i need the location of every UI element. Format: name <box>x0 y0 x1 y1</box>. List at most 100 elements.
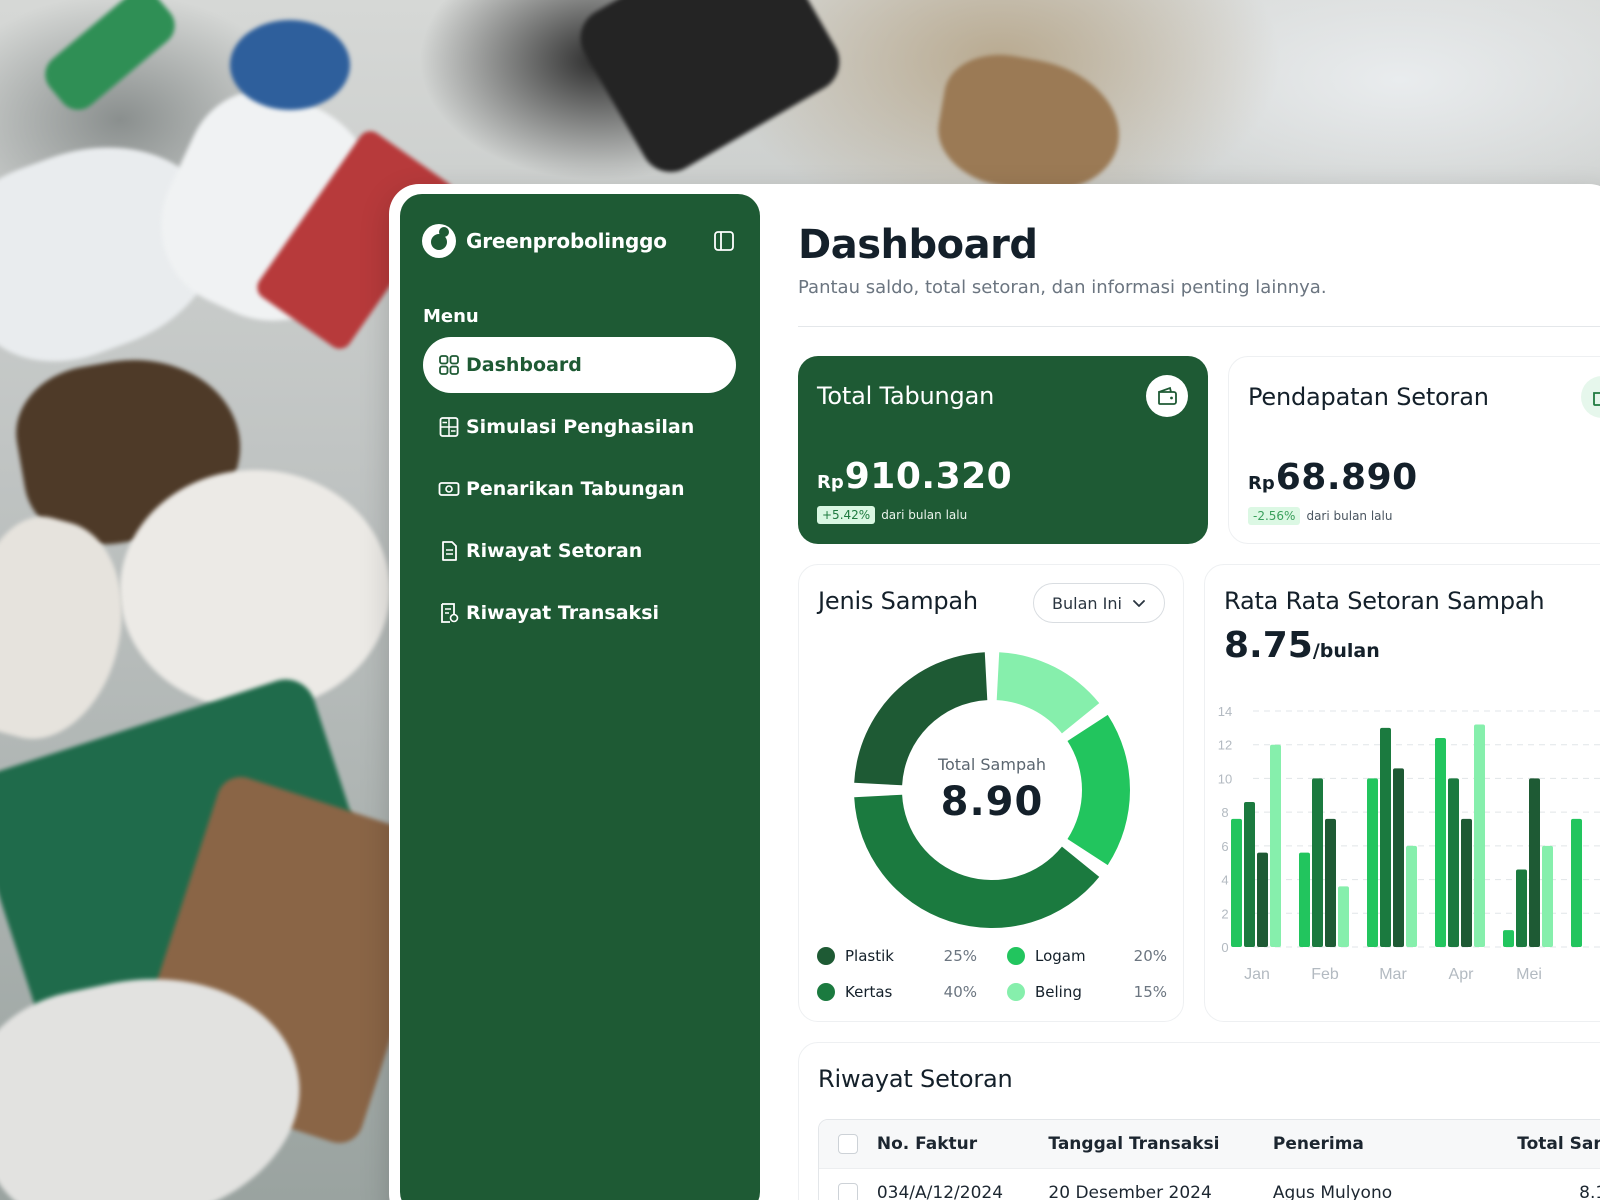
wallet-icon <box>1146 375 1188 417</box>
change-info: +5.42% dari bulan lalu <box>817 506 967 524</box>
average-number: 8.75 <box>1224 625 1313 666</box>
legend-dot <box>817 983 835 1001</box>
donut-center-label: Total Sampah <box>937 755 1047 774</box>
pendapatan-setoran-card: Pendapatan Setoran Rp 68.890 -2.56% dari… <box>1228 356 1600 544</box>
total-tabungan-card: Total Tabungan Rp 910.320 +5.42% dari bu… <box>798 356 1208 544</box>
average-unit: /bulan <box>1312 640 1380 662</box>
receipt-icon <box>441 603 459 623</box>
balance-amount: Rp 910.320 <box>817 456 1012 497</box>
change-badge: +5.42% <box>817 506 876 524</box>
table-cell: 034/A/12/2024 <box>876 1182 1004 1200</box>
bar <box>1257 852 1268 947</box>
sidebar-item-label: Dashboard <box>466 354 582 376</box>
sidebar-item-dashboard[interactable]: Dashboard <box>423 337 736 393</box>
legend-item-beling: Beling 15% <box>1007 983 1167 1001</box>
bar <box>1516 869 1527 947</box>
sidebar-item-riwayat-setoran[interactable]: Riwayat Setoran <box>423 523 736 579</box>
page-subtitle: Pantau saldo, total setoran, dan informa… <box>798 277 1327 298</box>
y-tick-label: 14 <box>1218 704 1232 719</box>
bar <box>1529 778 1540 947</box>
column-header[interactable]: Total Samp <box>1517 1134 1600 1154</box>
bar <box>1299 852 1310 947</box>
bar <box>1231 818 1242 947</box>
bar <box>1338 886 1349 947</box>
x-tick-label: Apr <box>1449 966 1475 983</box>
row-checkbox[interactable] <box>837 1182 858 1200</box>
sidebar-item-simulasi[interactable]: Simulasi Penghasilan <box>423 399 736 455</box>
table-row[interactable]: 034/A/12/2024 20 Desember 2024 Agus Muly… <box>819 1168 1600 1200</box>
page-title: Dashboard <box>798 222 1038 268</box>
card-title: Total Tabungan <box>817 382 995 410</box>
change-text: dari bulan lalu <box>881 508 968 522</box>
sidebar: Greenprobolinggo Menu Dashboard Simulasi <box>400 194 760 1200</box>
bar <box>1503 930 1514 947</box>
bar <box>1435 737 1446 947</box>
document-icon <box>442 541 457 561</box>
change-badge: -2.56% <box>1248 507 1301 525</box>
section-title: Jenis Sampah <box>818 587 978 615</box>
cash-icon <box>438 482 460 496</box>
column-header[interactable]: No. Faktur <box>877 1134 1049 1154</box>
legend-pct: 15% <box>1133 983 1167 1001</box>
brand[interactable]: Greenprobolinggo <box>422 224 667 258</box>
chart-legend: Plastik 25% Logam 20% Kertas 40% Beling … <box>817 947 1167 1019</box>
sidebar-item-label: Riwayat Transaksi <box>466 602 660 624</box>
bar <box>1270 744 1281 947</box>
bar <box>1448 778 1459 947</box>
bar <box>1380 727 1391 947</box>
sidebar-item-penarikan[interactable]: Penarikan Tabungan <box>423 461 736 517</box>
bar <box>1367 778 1378 947</box>
sidebar-toggle-icon[interactable] <box>713 230 735 252</box>
column-header[interactable]: Tanggal Transaksi <box>1048 1134 1272 1154</box>
logo-icon <box>422 224 456 258</box>
x-tick-label: Feb <box>1311 966 1339 983</box>
y-tick-label: 2 <box>1221 906 1228 921</box>
table-cell: 8.12 <box>1579 1182 1600 1200</box>
income-amount: Rp 68.890 <box>1248 457 1418 498</box>
currency-label: Rp <box>1248 473 1275 494</box>
sidebar-nav: Dashboard Simulasi Penghasilan Penarikan… <box>423 337 736 647</box>
change-info: -2.56% dari bulan lalu <box>1248 507 1392 525</box>
legend-name: Logam <box>1035 947 1086 965</box>
grid-icon <box>439 355 459 375</box>
sidebar-item-label: Penarikan Tabungan <box>466 478 685 500</box>
legend-dot <box>817 947 835 965</box>
legend-item-plastik: Plastik 25% <box>817 947 977 965</box>
donut-chart: Total Sampah 8.90 <box>847 645 1137 935</box>
legend-pct: 40% <box>943 983 977 1001</box>
chevron-down-icon <box>1133 600 1145 607</box>
amount-value: 68.890 <box>1275 457 1418 498</box>
y-tick-label: 6 <box>1221 839 1228 854</box>
table-header: No. Faktur Tanggal Transaksi Penerima To… <box>819 1120 1600 1168</box>
legend-dot <box>1007 947 1025 965</box>
y-tick-label: 4 <box>1221 873 1228 888</box>
legend-pct: 20% <box>1133 947 1167 965</box>
legend-item-kertas: Kertas 40% <box>817 983 977 1001</box>
x-tick-label: Jan <box>1244 966 1270 983</box>
rata-rata-card: Rata Rata Setoran Sampah 8.75 /bulan 0 2 4… <box>1204 564 1600 1022</box>
donut-slice-beling <box>996 652 1100 734</box>
bar-chart: 0 2 4 6 8 10 12 14 Jan Feb Mar Apr Mei <box>1218 704 1600 983</box>
sidebar-item-riwayat-transaksi[interactable]: Riwayat Transaksi <box>423 585 736 641</box>
bar <box>1474 724 1485 947</box>
select-all-checkbox[interactable] <box>837 1134 858 1154</box>
calculator-icon <box>439 417 459 437</box>
legend-pct: 25% <box>943 947 977 965</box>
change-text: dari bulan lalu <box>1306 509 1393 523</box>
column-header[interactable]: Penerima <box>1273 1134 1517 1154</box>
bar <box>1325 818 1336 947</box>
section-title: Rata Rata Setoran Sampah <box>1224 587 1545 615</box>
divider <box>798 326 1600 327</box>
bar <box>1571 818 1582 947</box>
period-dropdown[interactable]: Bulan Ini <box>1033 583 1165 623</box>
legend-name: Beling <box>1035 983 1082 1001</box>
bar <box>1461 818 1472 947</box>
sidebar-item-label: Riwayat Setoran <box>466 540 643 562</box>
riwayat-setoran-card: Riwayat Setoran No. Faktur Tanggal Trans… <box>798 1042 1600 1200</box>
x-tick-label: Mei <box>1516 966 1542 983</box>
y-tick-label: 10 <box>1218 771 1232 786</box>
donut-center-value: 8.90 <box>940 779 1044 825</box>
menu-label: Menu <box>423 306 479 327</box>
currency-label: Rp <box>817 472 844 493</box>
table-cell: Agus Mulyono <box>1272 1182 1393 1200</box>
